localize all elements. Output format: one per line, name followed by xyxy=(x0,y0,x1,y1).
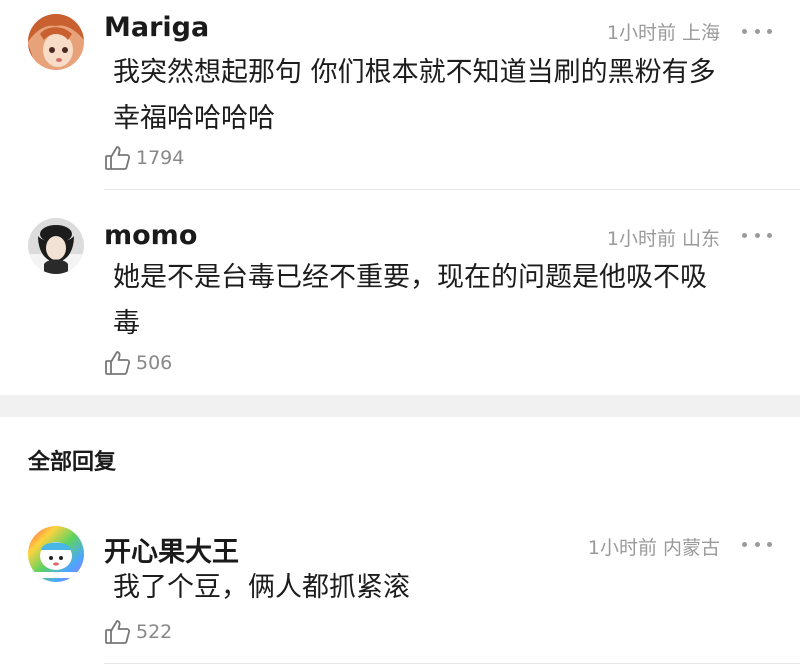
section-title: 全部回复 xyxy=(28,450,117,475)
thumbs-up-icon xyxy=(104,349,132,377)
comment-text: 我突然想起那句 你们根本就不知道当刷的黑粉有多 幸福哈哈哈哈 xyxy=(113,50,763,142)
like-button[interactable]: 506 xyxy=(104,349,172,377)
comment-meta: 1小时前 山东 xyxy=(606,228,720,250)
thumbs-up-icon xyxy=(104,618,132,646)
like-count: 1794 xyxy=(136,147,185,169)
section-separator xyxy=(0,395,800,417)
comment-username[interactable]: momo xyxy=(104,220,197,251)
comment-text-line: 我突然想起那句 你们根本就不知道当刷的黑粉有多 xyxy=(113,57,716,88)
like-button[interactable]: 1794 xyxy=(104,144,184,172)
photo-avatar-icon[interactable] xyxy=(28,218,84,274)
comment-text-line: 她是不是台毒已经不重要，现在的问题是他吸不吸 xyxy=(113,262,707,293)
more-options-icon[interactable] xyxy=(742,21,772,41)
thumbs-up-icon xyxy=(104,144,132,172)
reply-username[interactable]: 开心果大王 xyxy=(104,530,239,569)
reply-meta: 1小时前 内蒙古 xyxy=(587,537,720,559)
like-button[interactable]: 522 xyxy=(104,618,172,646)
anime-girl-avatar-icon[interactable] xyxy=(28,14,84,70)
comment-meta: 1小时前 上海 xyxy=(606,22,720,44)
more-options-icon[interactable] xyxy=(742,534,772,554)
divider xyxy=(104,189,800,190)
comment-username[interactable]: Mariga xyxy=(104,12,209,43)
more-options-icon[interactable] xyxy=(742,225,772,245)
reply-text-line: 我了个豆，俩人都抓紧滚 xyxy=(113,572,410,603)
comment-text: 她是不是台毒已经不重要，现在的问题是他吸不吸 毒 xyxy=(113,255,763,347)
cartoon-sticker-avatar-icon[interactable] xyxy=(28,526,84,582)
like-count: 522 xyxy=(136,621,173,643)
like-count: 506 xyxy=(136,352,173,374)
reply-text: 我了个豆，俩人都抓紧滚 xyxy=(113,565,763,611)
comment-text-line: 毒 xyxy=(113,308,140,339)
comment-text-line: 幸福哈哈哈哈 xyxy=(113,103,275,134)
divider xyxy=(104,663,800,664)
